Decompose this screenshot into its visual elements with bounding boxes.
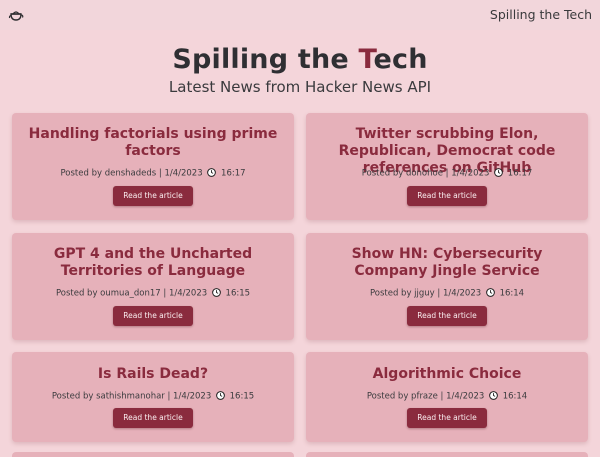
clock-icon [485, 288, 495, 297]
post-time: 16:17 [507, 168, 533, 179]
title-accent-letter: T [358, 44, 374, 75]
article-title: Algorithmic Choice [372, 366, 522, 382]
article-meta: Posted by denshadeds | 1/4/2023 16:17 [16, 168, 290, 179]
article-card-partial [12, 452, 294, 457]
posted-by-text: Posted by pfraze | 1/4/2023 [366, 391, 485, 402]
post-time: 16:17 [221, 168, 246, 179]
teapot-icon[interactable] [8, 7, 24, 23]
title-part-1: Spilling the [172, 44, 359, 75]
title-part-2: ech [373, 44, 428, 75]
posted-by-text: Posted by jjguy | 1/4/2023 [369, 288, 482, 299]
read-article-button[interactable]: Read the article [407, 306, 487, 326]
clock-icon [489, 391, 498, 400]
clock-icon [494, 168, 503, 177]
brand-link[interactable]: Spilling the Tech [490, 7, 592, 22]
read-article-button[interactable]: Read the article [113, 186, 193, 206]
page-subtitle: Latest News from Hacker News API [168, 78, 432, 96]
post-time: 16:14 [499, 288, 525, 299]
article-meta: Posted by jjguy | 1/4/2023 16:14 [310, 288, 584, 299]
article-title: GPT 4 and the Uncharted Territories of L… [53, 246, 253, 279]
article-card: Algorithmic Choice Posted by pfraze | 1/… [306, 352, 588, 442]
page-title: Spilling the Tech [0, 44, 600, 75]
posted-by-text: Posted by donohoe | 1/4/2023 [361, 168, 490, 179]
article-card: Handling factorials using prime factors … [12, 113, 294, 220]
read-article-button[interactable]: Read the article [113, 306, 193, 326]
post-time: 16:15 [229, 391, 255, 402]
clock-icon [211, 288, 221, 297]
article-title: Show HN: Cybersecurity Company Jingle Se… [351, 246, 543, 279]
article-meta: Posted by pfraze | 1/4/2023 16:14 [310, 391, 584, 402]
article-card: GPT 4 and the Uncharted Territories of L… [12, 233, 294, 340]
read-article-button[interactable]: Read the article [407, 186, 487, 206]
post-time: 16:15 [225, 288, 251, 299]
clock-icon [216, 391, 225, 400]
clock-icon [207, 168, 217, 177]
article-meta: Posted by oumua_don17 | 1/4/2023 16:15 [16, 288, 290, 299]
article-card: Is Rails Dead? Posted by sathishmanohar … [12, 352, 294, 442]
article-meta: Posted by sathishmanohar | 1/4/2023 16:1… [16, 391, 290, 402]
article-card: Show HN: Cybersecurity Company Jingle Se… [306, 233, 588, 340]
read-article-button[interactable]: Read the article [407, 408, 487, 428]
post-time: 16:14 [502, 391, 528, 402]
article-card-partial [306, 452, 588, 457]
read-article-button[interactable]: Read the article [113, 408, 193, 428]
posted-by-text: Posted by oumua_don17 | 1/4/2023 [55, 288, 208, 299]
posted-by-text: Posted by sathishmanohar | 1/4/2023 [51, 391, 212, 402]
article-title: Is Rails Dead? [97, 366, 209, 382]
posted-by-text: Posted by denshadeds | 1/4/2023 [60, 168, 203, 179]
article-title: Handling factorials using prime factors [28, 126, 278, 159]
top-navbar: Spilling the Tech [0, 0, 600, 30]
article-card: Twitter scrubbing Elon, Republican, Demo… [306, 113, 588, 220]
article-meta: Posted by donohoe | 1/4/2023 16:17 [310, 168, 584, 179]
